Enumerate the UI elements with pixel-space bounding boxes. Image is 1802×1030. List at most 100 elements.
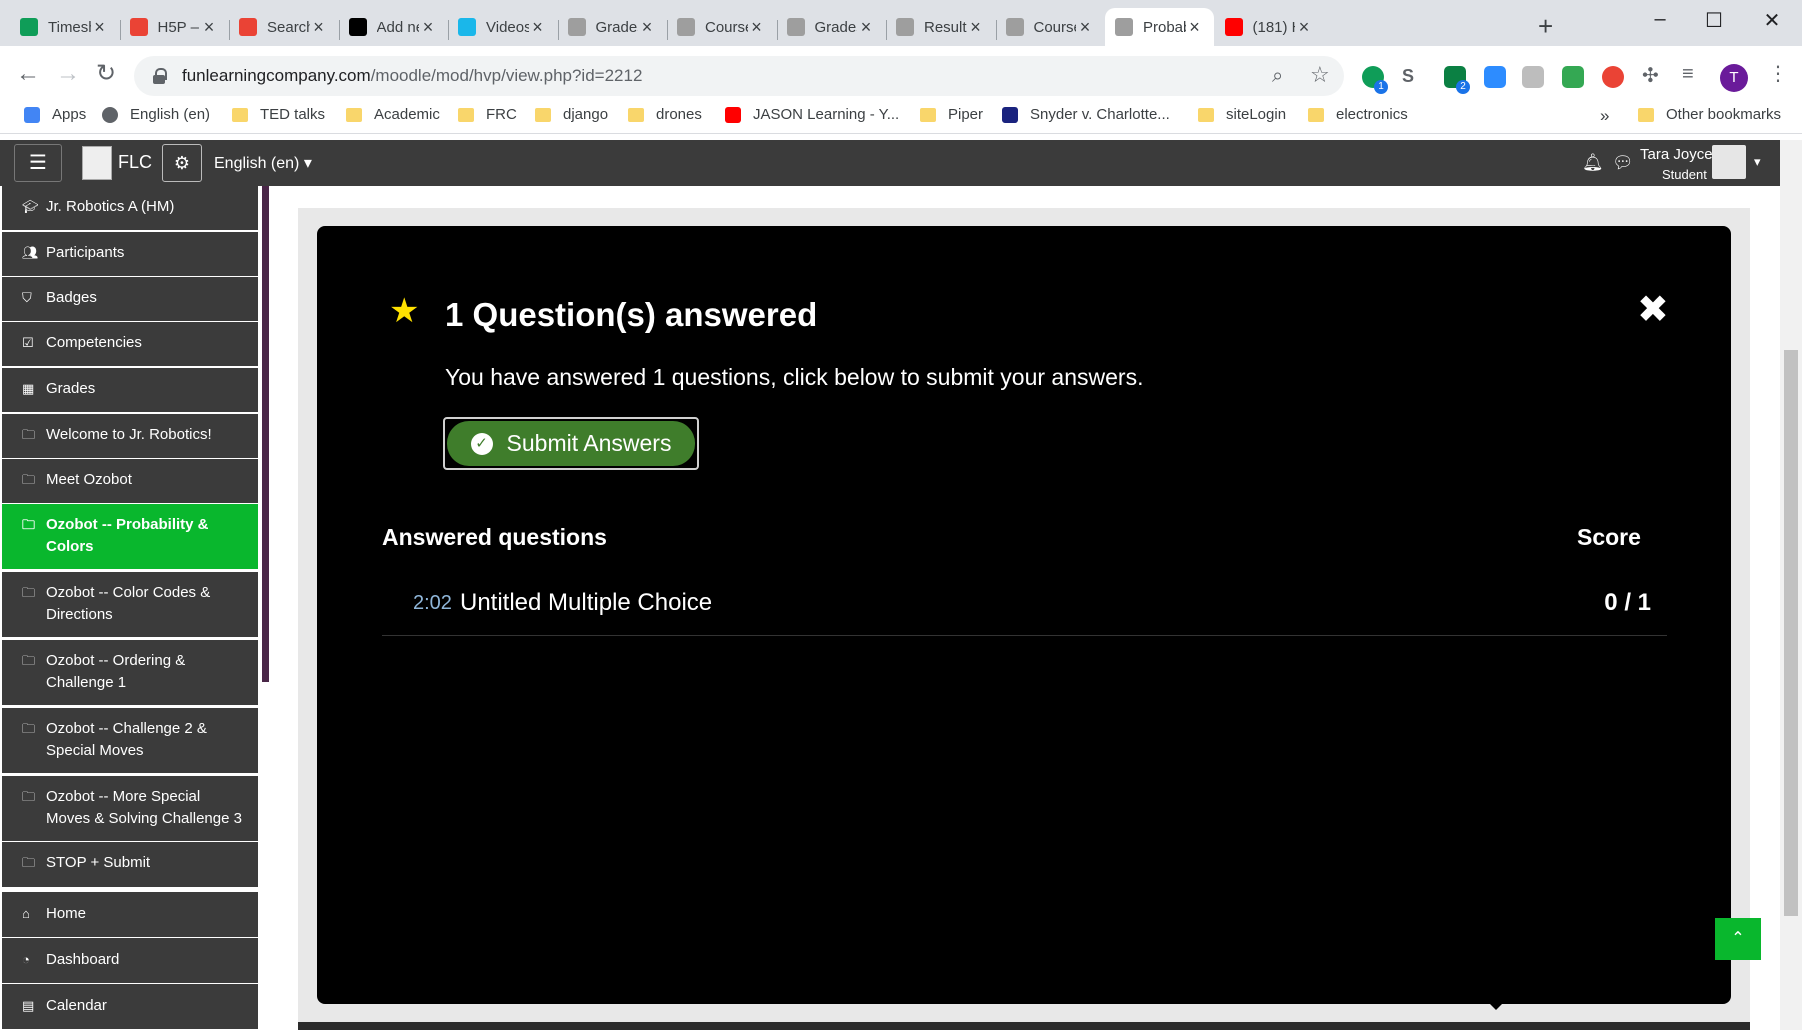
- other-bookmarks[interactable]: Other bookmarks: [1638, 106, 1781, 123]
- url-text[interactable]: funlearningcompany.com/moodle/mod/hvp/vi…: [182, 66, 642, 86]
- close-tab-icon[interactable]: ×: [91, 17, 109, 38]
- bookmark-item[interactable]: electronics: [1308, 106, 1408, 123]
- bookmark-item[interactable]: siteLogin: [1198, 106, 1286, 123]
- bookmark-item[interactable]: Apps: [24, 106, 86, 123]
- maximize-button[interactable]: ☐: [1694, 8, 1734, 33]
- browser-tab[interactable]: H5P – ×: [120, 8, 229, 46]
- bookmark-item[interactable]: TED talks: [232, 106, 325, 123]
- language-menu[interactable]: English (en) ▾: [214, 153, 312, 173]
- tab-separator: [667, 20, 668, 40]
- bookmark-item[interactable]: drones: [628, 106, 702, 123]
- avatar[interactable]: [1712, 145, 1746, 179]
- back-icon[interactable]: ←: [16, 62, 40, 86]
- messages-chat-icon[interactable]: 💬︎: [1612, 153, 1634, 173]
- close-tab-icon[interactable]: ×: [529, 17, 547, 38]
- drawer-item[interactable]: 🗀 Ozobot -- Ordering & Challenge 1: [2, 640, 258, 706]
- lock-icon[interactable]: [150, 67, 168, 85]
- drawer-item[interactable]: 🗀 Welcome to Jr. Robotics!: [2, 414, 258, 459]
- back-to-top-button[interactable]: ⌃: [1715, 918, 1761, 960]
- drawer-item[interactable]: ▤ Calendar: [2, 984, 258, 1030]
- browser-tab[interactable]: Search×: [229, 8, 338, 46]
- notifications-bell-icon[interactable]: 🔔︎: [1582, 153, 1604, 173]
- drawer-item[interactable]: 🗀 Meet Ozobot: [2, 459, 258, 504]
- bookmark-item[interactable]: Academic: [346, 106, 440, 123]
- drawer-toggle-hamburger-icon[interactable]: ☰: [14, 144, 62, 182]
- browser-tab[interactable]: Results×: [886, 8, 995, 46]
- close-window-button[interactable]: ✕: [1752, 8, 1792, 33]
- reading-list-icon[interactable]: ≡: [1682, 62, 1694, 86]
- extensions-puzzle-icon[interactable]: ✣: [1642, 64, 1659, 88]
- users-icon: 👥︎: [22, 245, 39, 260]
- close-tab-icon[interactable]: ×: [310, 17, 328, 38]
- drawer-item[interactable]: 🗀 Ozobot -- Color Codes & Directions: [2, 572, 258, 638]
- close-tab-icon[interactable]: ×: [967, 17, 985, 38]
- screencast-extension-icon[interactable]: [1562, 66, 1584, 88]
- adblock-extension-icon[interactable]: [1602, 66, 1624, 88]
- minimize-button[interactable]: –: [1640, 8, 1680, 31]
- folder-icon: [1638, 107, 1654, 122]
- site-logo[interactable]: [82, 146, 112, 180]
- browser-tab[interactable]: Probab×: [1105, 8, 1214, 46]
- profile-avatar[interactable]: T: [1720, 64, 1748, 92]
- close-tab-icon[interactable]: ×: [1295, 17, 1313, 38]
- drawer-item[interactable]: ⌂ Home: [2, 892, 258, 938]
- new-tab-button[interactable]: +: [1538, 13, 1553, 39]
- close-icon[interactable]: ✖: [1637, 290, 1669, 330]
- bookmarks-overflow-chevron-icon[interactable]: »: [1600, 106, 1609, 126]
- answered-question-row[interactable]: 2:02 Untitled Multiple Choice 0 / 1: [382, 582, 1667, 636]
- bookmark-item[interactable]: JASON Learning - Y...: [725, 106, 899, 123]
- bookmark-item[interactable]: English (en): [102, 106, 210, 123]
- submit-answers-button[interactable]: ✓ Submit Answers: [447, 421, 695, 466]
- moodle-icon: [1005, 18, 1024, 36]
- accessibility-extension-icon[interactable]: [1522, 66, 1544, 88]
- drawer-item[interactable]: 🎓︎ Jr. Robotics A (HM): [2, 186, 258, 231]
- drawer-item[interactable]: 🗀 Ozobot -- Challenge 2 & Special Moves: [2, 708, 258, 774]
- drawer-item[interactable]: 🗀 Ozobot -- More Special Moves & Solving …: [2, 776, 258, 842]
- table-icon: ▦: [22, 381, 35, 396]
- drawer-item[interactable]: 👥︎ Participants: [2, 232, 258, 277]
- bookmark-item[interactable]: Snyder v. Charlotte...: [1002, 106, 1170, 123]
- zoom-icon[interactable]: ⌕: [1272, 64, 1283, 88]
- user-menu-caret-icon[interactable]: ▾: [1754, 154, 1761, 170]
- reload-icon[interactable]: ↻: [96, 62, 116, 86]
- browser-tab[interactable]: Course×: [996, 8, 1105, 46]
- globe-icon: [102, 106, 118, 123]
- folder-icon: 🗀: [22, 585, 36, 600]
- drawer-item[interactable]: ▦ Grades: [2, 368, 258, 413]
- drawer-item[interactable]: ☑ Competencies: [2, 322, 258, 367]
- browser-tab[interactable]: Add ne×: [339, 8, 448, 46]
- drawer-item[interactable]: 🗀 STOP + Submit: [2, 842, 258, 888]
- bookmark-item[interactable]: django: [535, 106, 608, 123]
- zoom-extension-icon[interactable]: [1484, 66, 1506, 88]
- browser-tab[interactable]: Grades×: [558, 8, 667, 46]
- bookmark-item[interactable]: FRC: [458, 106, 517, 123]
- s-extension-icon[interactable]: S: [1402, 66, 1424, 88]
- address-bar[interactable]: funlearningcompany.com/moodle/mod/hvp/vi…: [134, 56, 1344, 96]
- close-tab-icon[interactable]: ×: [748, 17, 766, 38]
- browser-tab[interactable]: Videos ×: [448, 8, 557, 46]
- bookmark-item[interactable]: Piper: [920, 106, 983, 123]
- bookmark-label: Snyder v. Charlotte...: [1030, 106, 1170, 123]
- bookmark-star-icon[interactable]: ☆: [1310, 63, 1330, 87]
- drawer-item[interactable]: 🗀 Ozobot -- Probability & Colors: [2, 504, 258, 570]
- close-tab-icon[interactable]: ×: [200, 17, 218, 38]
- question-timestamp[interactable]: 2:02: [413, 592, 452, 615]
- drawer-item[interactable]: ⛉ Badges: [2, 277, 258, 322]
- settings-gear-icon[interactable]: ⚙: [162, 144, 202, 182]
- user-name[interactable]: Tara Joyce: [1640, 146, 1713, 163]
- browser-tab[interactable]: Grades×: [777, 8, 886, 46]
- browser-tab[interactable]: Timesh×: [10, 8, 119, 46]
- close-tab-icon[interactable]: ×: [857, 17, 875, 38]
- close-tab-icon[interactable]: ×: [1076, 17, 1094, 38]
- close-tab-icon[interactable]: ×: [1186, 17, 1204, 38]
- forward-icon[interactable]: →: [56, 62, 80, 86]
- browser-tab[interactable]: Course×: [667, 8, 776, 46]
- close-tab-icon[interactable]: ×: [638, 17, 656, 38]
- scrollbar-thumb[interactable]: [1784, 350, 1798, 916]
- browser-tab[interactable]: (181) H×: [1215, 8, 1324, 46]
- drawer-item[interactable]: ◔ Dashboard: [2, 938, 258, 984]
- menu-kebab-icon[interactable]: ⋮: [1768, 62, 1788, 86]
- site-name[interactable]: FLC: [118, 152, 152, 173]
- close-tab-icon[interactable]: ×: [419, 17, 437, 38]
- page-scrollbar[interactable]: [1780, 140, 1802, 1030]
